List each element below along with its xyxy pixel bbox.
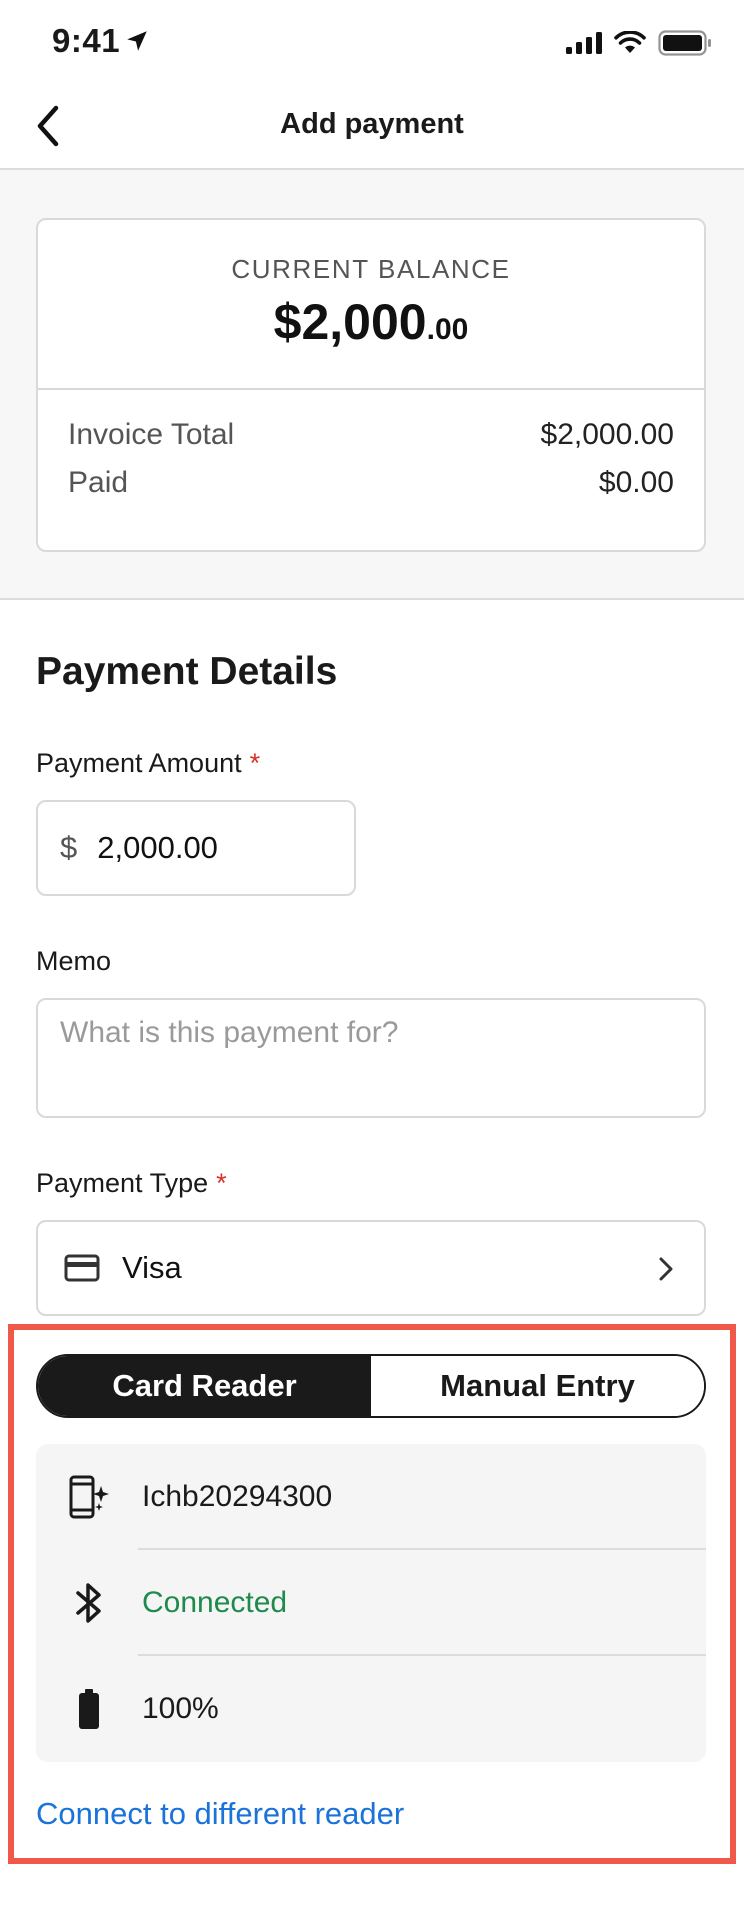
balance-header: CURRENT BALANCE $2,000.00 (38, 220, 704, 390)
reader-battery-level: 100% (142, 1692, 219, 1725)
tab-card-reader[interactable]: Card Reader (38, 1356, 371, 1416)
reader-info-card: Ichb20294300 Connected 100% (36, 1444, 706, 1762)
chevron-right-icon (659, 1257, 673, 1281)
card-reader-panel: Card Reader Manual Entry Ichb20294300 Co… (8, 1324, 736, 1864)
paid-label: Paid (68, 466, 129, 499)
payment-amount-field[interactable]: $ (36, 800, 356, 896)
payment-type-select[interactable]: Visa (36, 1220, 706, 1316)
payment-amount-label-text: Payment Amount (36, 748, 242, 778)
invoice-total-label: Invoice Total (68, 418, 235, 451)
entry-mode-toggle: Card Reader Manual Entry (36, 1354, 706, 1418)
payment-amount-label: Payment Amount * (36, 748, 260, 779)
reader-connection-status: Connected (142, 1586, 288, 1619)
status-bar: 9:41 (0, 0, 744, 84)
reader-device-row: Ichb20294300 (36, 1444, 706, 1550)
battery-icon (658, 30, 711, 56)
page-title: Add payment (280, 108, 464, 140)
wifi-icon (614, 31, 646, 53)
memo-label: Memo (36, 946, 112, 976)
balance-label: CURRENT BALANCE (231, 254, 511, 284)
memo-textarea[interactable] (38, 1000, 704, 1116)
required-marker: * (216, 1168, 227, 1198)
payment-type-value: Visa (122, 1250, 182, 1285)
balance-amount-cents: .00 (426, 313, 469, 346)
cellular-signal-icon (566, 32, 602, 54)
balance-amount-main: $2,000 (273, 294, 427, 350)
payment-type-label-text: Payment Type (36, 1168, 209, 1198)
balance-amount: $2,000.00 (38, 293, 704, 351)
required-marker: * (249, 748, 261, 778)
balance-summary-section: CURRENT BALANCE $2,000.00 Invoice Total … (0, 170, 744, 600)
balance-card: CURRENT BALANCE $2,000.00 Invoice Total … (36, 218, 706, 552)
reader-battery-row: 100% (36, 1656, 706, 1762)
balance-breakdown: Invoice Total $2,000.00 Paid $0.00 (38, 390, 704, 514)
status-time: 9:41 (52, 22, 121, 59)
currency-symbol: $ (60, 830, 78, 865)
connect-different-reader-link[interactable]: Connect to different reader (36, 1796, 404, 1832)
status-indicators (566, 30, 712, 56)
navigation-bar: Add payment (0, 84, 744, 170)
payment-amount-input[interactable] (97, 830, 298, 866)
invoice-total-row: Invoice Total $2,000.00 (68, 418, 674, 466)
invoice-total-value: $2,000.00 (540, 418, 674, 451)
location-arrow-icon (127, 31, 147, 51)
bluetooth-icon (76, 1583, 101, 1623)
reader-connection-row: Connected (36, 1550, 706, 1656)
card-reader-device-icon (69, 1475, 109, 1519)
memo-field[interactable] (36, 998, 706, 1118)
payment-details-title: Payment Details (36, 650, 338, 693)
battery-full-icon (79, 1689, 99, 1729)
payment-type-label: Payment Type * (36, 1168, 227, 1199)
paid-value: $0.00 (598, 466, 674, 499)
tab-manual-entry[interactable]: Manual Entry (371, 1356, 704, 1416)
paid-row: Paid $0.00 (68, 466, 674, 514)
reader-device-name: Ichb20294300 (142, 1480, 333, 1513)
credit-card-icon (64, 1254, 100, 1282)
